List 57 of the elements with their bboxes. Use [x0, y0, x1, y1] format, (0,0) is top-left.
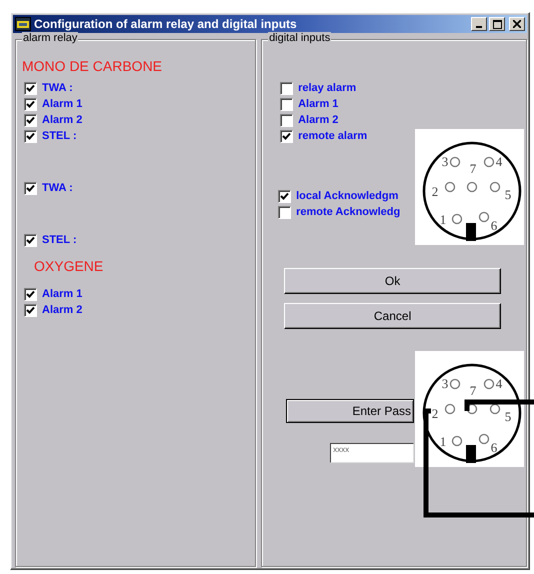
checkbox-label: Alarm 1 [298, 98, 338, 110]
checkbox-label: local Acknowledgm [296, 190, 398, 202]
checkbox[interactable] [280, 114, 294, 126]
pin-label: 3 [442, 376, 448, 391]
checkbox-label: relay alarm [298, 82, 356, 94]
pin-label: 2 [432, 184, 438, 199]
checkbox-label: STEL : [42, 234, 77, 246]
pin-label: 4 [496, 376, 502, 391]
checkbox-label: Alarm 2 [42, 304, 82, 316]
minimize-button[interactable] [471, 17, 487, 31]
maximize-button[interactable] [489, 17, 505, 31]
maximize-icon [492, 20, 502, 28]
pin-label: 1 [440, 434, 446, 449]
group-label: digital inputs [268, 32, 332, 44]
checkbox-label: remote alarm [298, 130, 368, 142]
checkbox[interactable] [24, 82, 37, 94]
checkbox[interactable] [280, 98, 294, 110]
checkbox[interactable] [24, 182, 37, 194]
checkbox-label: Alarm 1 [42, 288, 82, 300]
pin-label: 1 [440, 212, 446, 227]
window-title: Configuration of alarm relay and digital inputs [34, 17, 298, 31]
checkbox-label: remote Acknowledg [296, 206, 400, 218]
checkbox[interactable] [24, 288, 37, 300]
checkbox-label: Alarm 1 [42, 98, 82, 110]
cancel-button[interactable]: Cancel [284, 303, 502, 329]
checkbox[interactable] [24, 234, 37, 246]
pin-label: 5 [504, 409, 512, 424]
checkbox-label: Alarm 2 [42, 114, 82, 126]
group-label: alarm relay [22, 32, 78, 44]
pin-label: 2 [432, 406, 438, 421]
checkbox[interactable] [280, 82, 294, 94]
pin-label: 6 [490, 218, 498, 233]
app-icon [15, 17, 31, 31]
checkbox[interactable] [280, 130, 294, 142]
checkbox[interactable] [24, 114, 37, 126]
checkbox-label: TWA : [42, 182, 73, 194]
checkbox-label: STEL : [42, 130, 77, 142]
checkbox[interactable] [278, 190, 292, 202]
password-field[interactable]: xxxx [330, 443, 414, 463]
close-button[interactable] [509, 17, 525, 31]
checkbox[interactable] [278, 206, 292, 218]
password-button[interactable]: Enter Pass [286, 399, 414, 423]
checkbox[interactable] [24, 304, 37, 316]
ok-button[interactable]: Ok [284, 268, 502, 294]
pin-label: 3 [442, 154, 448, 169]
pin-label: 4 [496, 154, 502, 169]
pin-label: 6 [490, 440, 498, 455]
pin-label: 7 [470, 161, 476, 176]
pin-label: 7 [470, 383, 476, 398]
gas-heading: OXYGENE [34, 258, 104, 274]
checkbox[interactable] [24, 98, 37, 110]
pin-label: 5 [504, 187, 512, 202]
checkbox[interactable] [24, 130, 37, 142]
checkbox-label: Alarm 2 [298, 114, 338, 126]
close-icon [513, 20, 521, 28]
gas-heading: MONO DE CARBONE [22, 58, 164, 74]
checkbox-label: TWA : [42, 82, 73, 94]
